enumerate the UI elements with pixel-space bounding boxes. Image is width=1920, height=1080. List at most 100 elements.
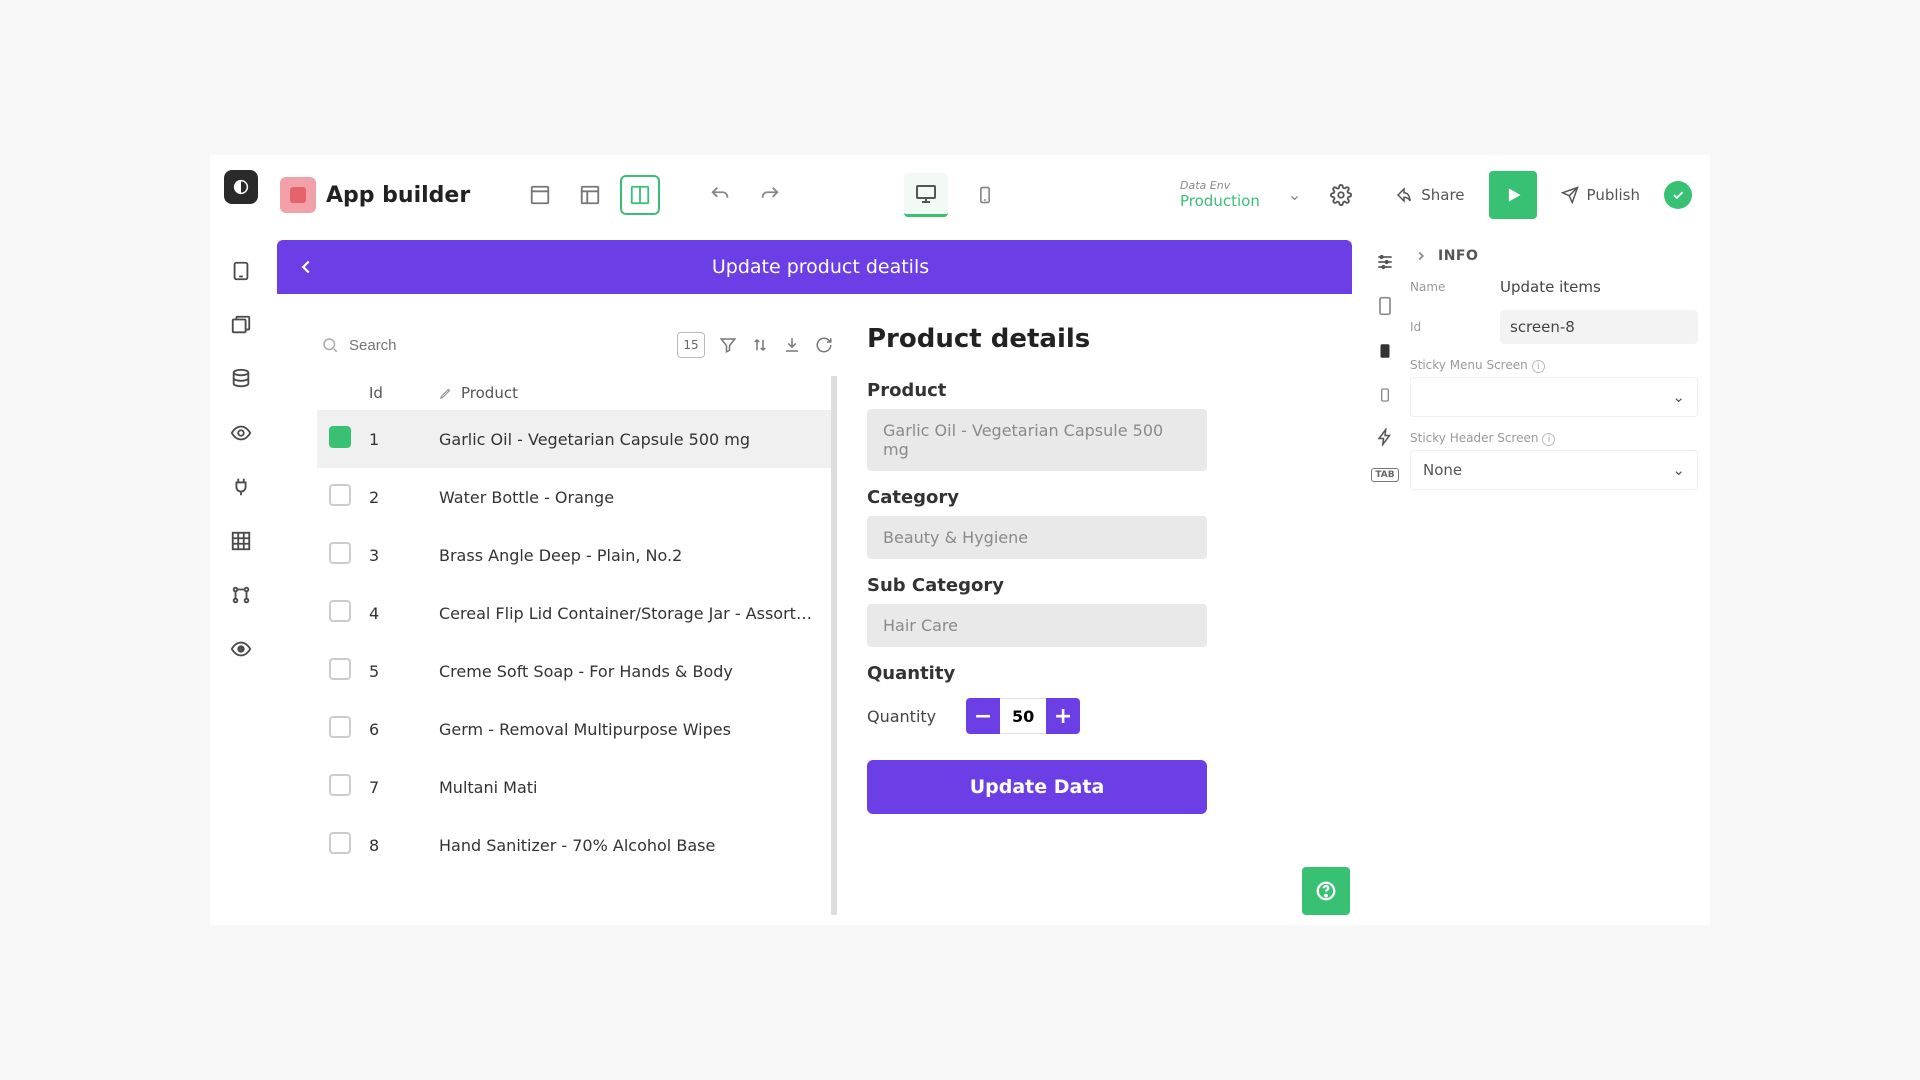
preview-icon[interactable] (224, 632, 258, 666)
quantity-label: Quantity (867, 707, 936, 726)
row-id: 1 (369, 430, 439, 449)
tablet-icon[interactable] (224, 254, 258, 288)
row-product: Garlic Oil - Vegetarian Capsule 500 mg (439, 430, 819, 449)
layout-sidebar-icon[interactable] (570, 175, 610, 215)
prop-id-value[interactable]: screen-8 (1500, 310, 1698, 344)
prop-stickyheader-label: Sticky Header Screeni (1410, 431, 1698, 446)
row-product: Water Bottle - Orange (439, 488, 819, 507)
table-row[interactable]: 4Cereal Flip Lid Container/Storage Jar -… (317, 584, 831, 642)
row-checkbox[interactable] (329, 426, 351, 448)
database-icon[interactable] (224, 362, 258, 396)
search-input[interactable] (349, 337, 479, 354)
prop-name-value[interactable]: Update items (1500, 278, 1601, 296)
row-checkbox[interactable] (329, 716, 351, 738)
filter-icon[interactable] (719, 336, 737, 354)
share-button[interactable]: Share (1381, 178, 1478, 212)
row-id: 5 (369, 662, 439, 681)
action-icon[interactable] (1376, 428, 1394, 446)
table-row[interactable]: 3Brass Angle Deep - Plain, No.2 (317, 526, 831, 584)
row-checkbox[interactable] (329, 484, 351, 506)
device-medium-icon[interactable] (1376, 340, 1394, 362)
table-row[interactable]: 2Water Bottle - Orange (317, 468, 831, 526)
row-product: Brass Angle Deep - Plain, No.2 (439, 546, 819, 565)
tab-icon[interactable]: TAB (1371, 468, 1398, 482)
table-header: Id Product (317, 376, 831, 410)
sort-icon[interactable] (751, 336, 769, 354)
download-icon[interactable] (783, 336, 801, 354)
chevron-down-icon: ⌄ (1672, 388, 1685, 406)
inspector-section-title: INFO (1438, 248, 1478, 264)
page-size-badge[interactable]: 15 (677, 332, 705, 358)
product-detail-pane: Product details Product Garlic Oil - Veg… (867, 324, 1267, 915)
table-row[interactable]: 8Hand Sanitizer - 70% Alcohol Base (317, 816, 831, 874)
table-row[interactable]: 1Garlic Oil - Vegetarian Capsule 500 mg (317, 410, 831, 468)
status-check-icon (1664, 181, 1692, 209)
app-title: App builder (326, 183, 470, 208)
quantity-header: Quantity (867, 663, 1267, 684)
row-checkbox[interactable] (329, 832, 351, 854)
col-product: Product (439, 384, 819, 402)
layout-single-icon[interactable] (520, 175, 560, 215)
subcategory-value: Hair Care (867, 604, 1207, 647)
chevron-right-icon[interactable] (1414, 249, 1428, 263)
screens-icon[interactable] (224, 308, 258, 342)
workflow-icon[interactable] (224, 578, 258, 612)
row-checkbox[interactable] (329, 542, 351, 564)
redo-icon[interactable] (750, 175, 790, 215)
settings-icon[interactable] (1321, 175, 1361, 215)
qty-value[interactable]: 50 (1000, 698, 1046, 734)
update-data-button[interactable]: Update Data (867, 760, 1207, 814)
top-bar: App builder (272, 155, 1710, 235)
app-header-bar: Update product deatils (277, 240, 1352, 294)
table-row[interactable]: 6Germ - Removal Multipurpose Wipes (317, 700, 831, 758)
row-id: 7 (369, 778, 439, 797)
edit-icon (439, 386, 453, 400)
back-icon[interactable] (295, 256, 317, 278)
qty-plus-button[interactable]: + (1046, 698, 1080, 734)
device-small-icon[interactable] (1377, 384, 1393, 406)
publish-button[interactable]: Publish (1547, 178, 1654, 212)
row-product: Hand Sanitizer - 70% Alcohol Base (439, 836, 819, 855)
detail-title: Product details (867, 324, 1267, 354)
home-icon[interactable] (224, 170, 258, 204)
row-checkbox[interactable] (329, 774, 351, 796)
prop-id-label: Id (1410, 320, 1480, 334)
product-label: Product (867, 380, 1267, 401)
brand-badge (280, 177, 316, 213)
layout-split-icon[interactable] (620, 175, 660, 215)
chevron-down-icon: ⌄ (1288, 185, 1301, 204)
device-large-icon[interactable] (1375, 294, 1395, 318)
play-button[interactable] (1489, 171, 1537, 219)
product-value: Garlic Oil - Vegetarian Capsule 500 mg (867, 409, 1207, 471)
help-button[interactable] (1302, 867, 1350, 915)
row-id: 3 (369, 546, 439, 565)
table-row[interactable]: 7Multani Mati (317, 758, 831, 816)
undo-icon[interactable] (700, 175, 740, 215)
design-canvas: Update product deatils 15 (277, 240, 1352, 925)
sticky-header-select[interactable]: None ⌄ (1410, 450, 1698, 490)
row-product: Germ - Removal Multipurpose Wipes (439, 720, 819, 739)
refresh-icon[interactable] (815, 336, 833, 354)
eye-icon[interactable] (224, 416, 258, 450)
app-bar-title: Update product deatils (337, 256, 1334, 278)
row-checkbox[interactable] (329, 658, 351, 680)
data-env-selector[interactable]: Data Env Production (1180, 180, 1260, 210)
table-row[interactable]: 5Creme Soft Soap - For Hands & Body (317, 642, 831, 700)
left-nav-rail (210, 155, 272, 925)
grid-icon[interactable] (224, 524, 258, 558)
row-checkbox[interactable] (329, 600, 351, 622)
row-id: 2 (369, 488, 439, 507)
row-id: 6 (369, 720, 439, 739)
settings-list-icon[interactable] (1375, 252, 1395, 272)
qty-minus-button[interactable]: − (966, 698, 1000, 734)
plugin-icon[interactable] (224, 470, 258, 504)
inspector-panel: TAB INFO Name Update items Id screen-8 (1360, 240, 1710, 925)
device-mobile-icon[interactable] (963, 173, 1007, 217)
sticky-menu-select[interactable]: ⌄ (1410, 377, 1698, 417)
col-id: Id (369, 384, 439, 402)
category-label: Category (867, 487, 1267, 508)
device-desktop-icon[interactable] (904, 173, 948, 217)
subcategory-label: Sub Category (867, 575, 1267, 596)
product-list-pane: 15 Id Produ (317, 324, 837, 915)
row-product: Creme Soft Soap - For Hands & Body (439, 662, 819, 681)
